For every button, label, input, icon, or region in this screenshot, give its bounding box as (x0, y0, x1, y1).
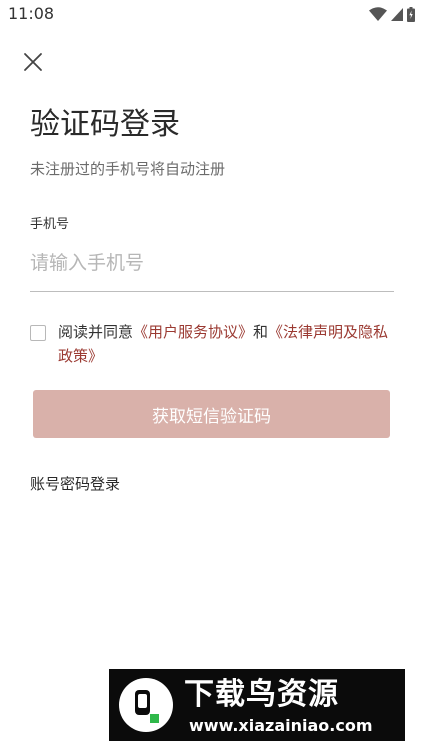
status-time: 11:08 (8, 4, 55, 23)
battery-icon (407, 6, 415, 22)
close-icon (24, 53, 42, 71)
cellular-icon (391, 7, 403, 21)
wifi-icon (369, 7, 387, 21)
phone-input[interactable] (30, 243, 394, 283)
password-login-link[interactable]: 账号密码登录 (30, 472, 120, 496)
page-title: 验证码登录 (30, 107, 180, 142)
user-agreement-link[interactable]: 《用户服务协议》 (133, 323, 253, 341)
agreement-prefix: 阅读并同意 (58, 323, 134, 341)
input-underline (30, 291, 394, 292)
watermark-title: 下载鸟资源 (184, 677, 339, 712)
status-icons (369, 4, 415, 24)
close-button[interactable] (18, 48, 48, 76)
agreement-checkbox[interactable] (30, 325, 46, 341)
phone-label: 手机号 (30, 217, 70, 232)
watermark-url: www.xiazainiao.com (189, 716, 373, 735)
agreement-conjunction: 和 (253, 323, 269, 341)
get-code-button[interactable]: 获取短信验证码 (33, 390, 390, 438)
bird-logo-icon (119, 678, 173, 732)
agreement-text: 阅读并同意《用户服务协议》和《法律声明及隐私政策》 (58, 320, 398, 368)
page-subtitle: 未注册过的手机号将自动注册 (30, 160, 226, 178)
